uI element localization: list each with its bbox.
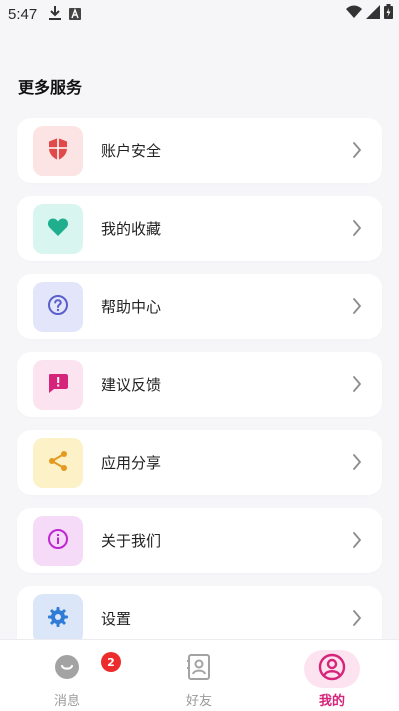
chevron-right-icon [352,376,362,396]
profile-icon [318,653,346,685]
menu-item-label: 建议反馈 [101,376,162,394]
menu-icon-box [33,359,83,410]
battery-icon [384,4,393,23]
feedback-icon [47,372,69,398]
nav-label: 我的 [318,694,345,709]
contacts-icon [187,654,211,684]
nav-label: 好友 [185,694,212,709]
nav-item-messages[interactable]: 消息 [12,640,122,711]
menu-icon-box [33,203,83,254]
download-icon [49,5,62,24]
signal-icon [366,4,380,23]
menu-item-label: 关于我们 [101,532,162,550]
chevron-right-icon [352,532,362,552]
menu-icon-box [33,437,83,488]
chevron-right-icon [352,610,362,630]
menu-item-label: 帮助中心 [101,298,162,316]
menu-item-favorites[interactable]: 我的收藏 [17,196,382,261]
menu-item-about-us[interactable]: 关于我们 [17,508,382,573]
chevron-right-icon [352,454,362,474]
status-bar: 5:47 [0,0,399,28]
menu-item-account-security[interactable]: 账户安全 [17,118,382,183]
menu-item-label: 我的收藏 [101,220,162,238]
chat-bubble-icon [54,654,80,684]
nav-item-friends[interactable]: 好友 [144,640,254,711]
menu-icon-box [33,125,83,176]
wifi-icon [346,4,362,23]
services-menu: 账户安全 我的收藏 帮助中心 建议反馈 应用分享 关于我们 设置 [17,118,382,664]
nav-label: 消息 [53,694,80,709]
menu-item-label: 应用分享 [101,454,162,472]
a-notification-icon [69,5,82,24]
info-icon [47,528,69,554]
help-circle-icon [47,294,69,320]
menu-item-label: 账户安全 [101,142,162,160]
unread-badge: 2 [101,652,121,672]
nav-icon-wrap [304,650,360,688]
shield-icon [47,137,69,165]
nav-item-me[interactable]: 我的 [277,640,387,711]
nav-icon-wrap [171,650,227,688]
chevron-right-icon [352,220,362,240]
menu-icon-box [33,515,83,566]
menu-item-label: 设置 [101,610,132,628]
menu-item-feedback[interactable]: 建议反馈 [17,352,382,417]
menu-item-share-app[interactable]: 应用分享 [17,430,382,495]
menu-icon-box [33,593,83,644]
menu-icon-box [33,281,83,332]
menu-item-help-center[interactable]: 帮助中心 [17,274,382,339]
bottom-nav: 消息 2 好友 我的 [0,639,399,711]
share-icon [47,450,69,476]
chevron-right-icon [352,298,362,318]
nav-icon-wrap [39,650,95,688]
status-time: 5:47 [8,5,38,23]
chevron-right-icon [352,142,362,162]
section-title: 更多服务 [18,78,83,97]
heart-icon [47,217,69,241]
gear-icon [47,606,69,632]
